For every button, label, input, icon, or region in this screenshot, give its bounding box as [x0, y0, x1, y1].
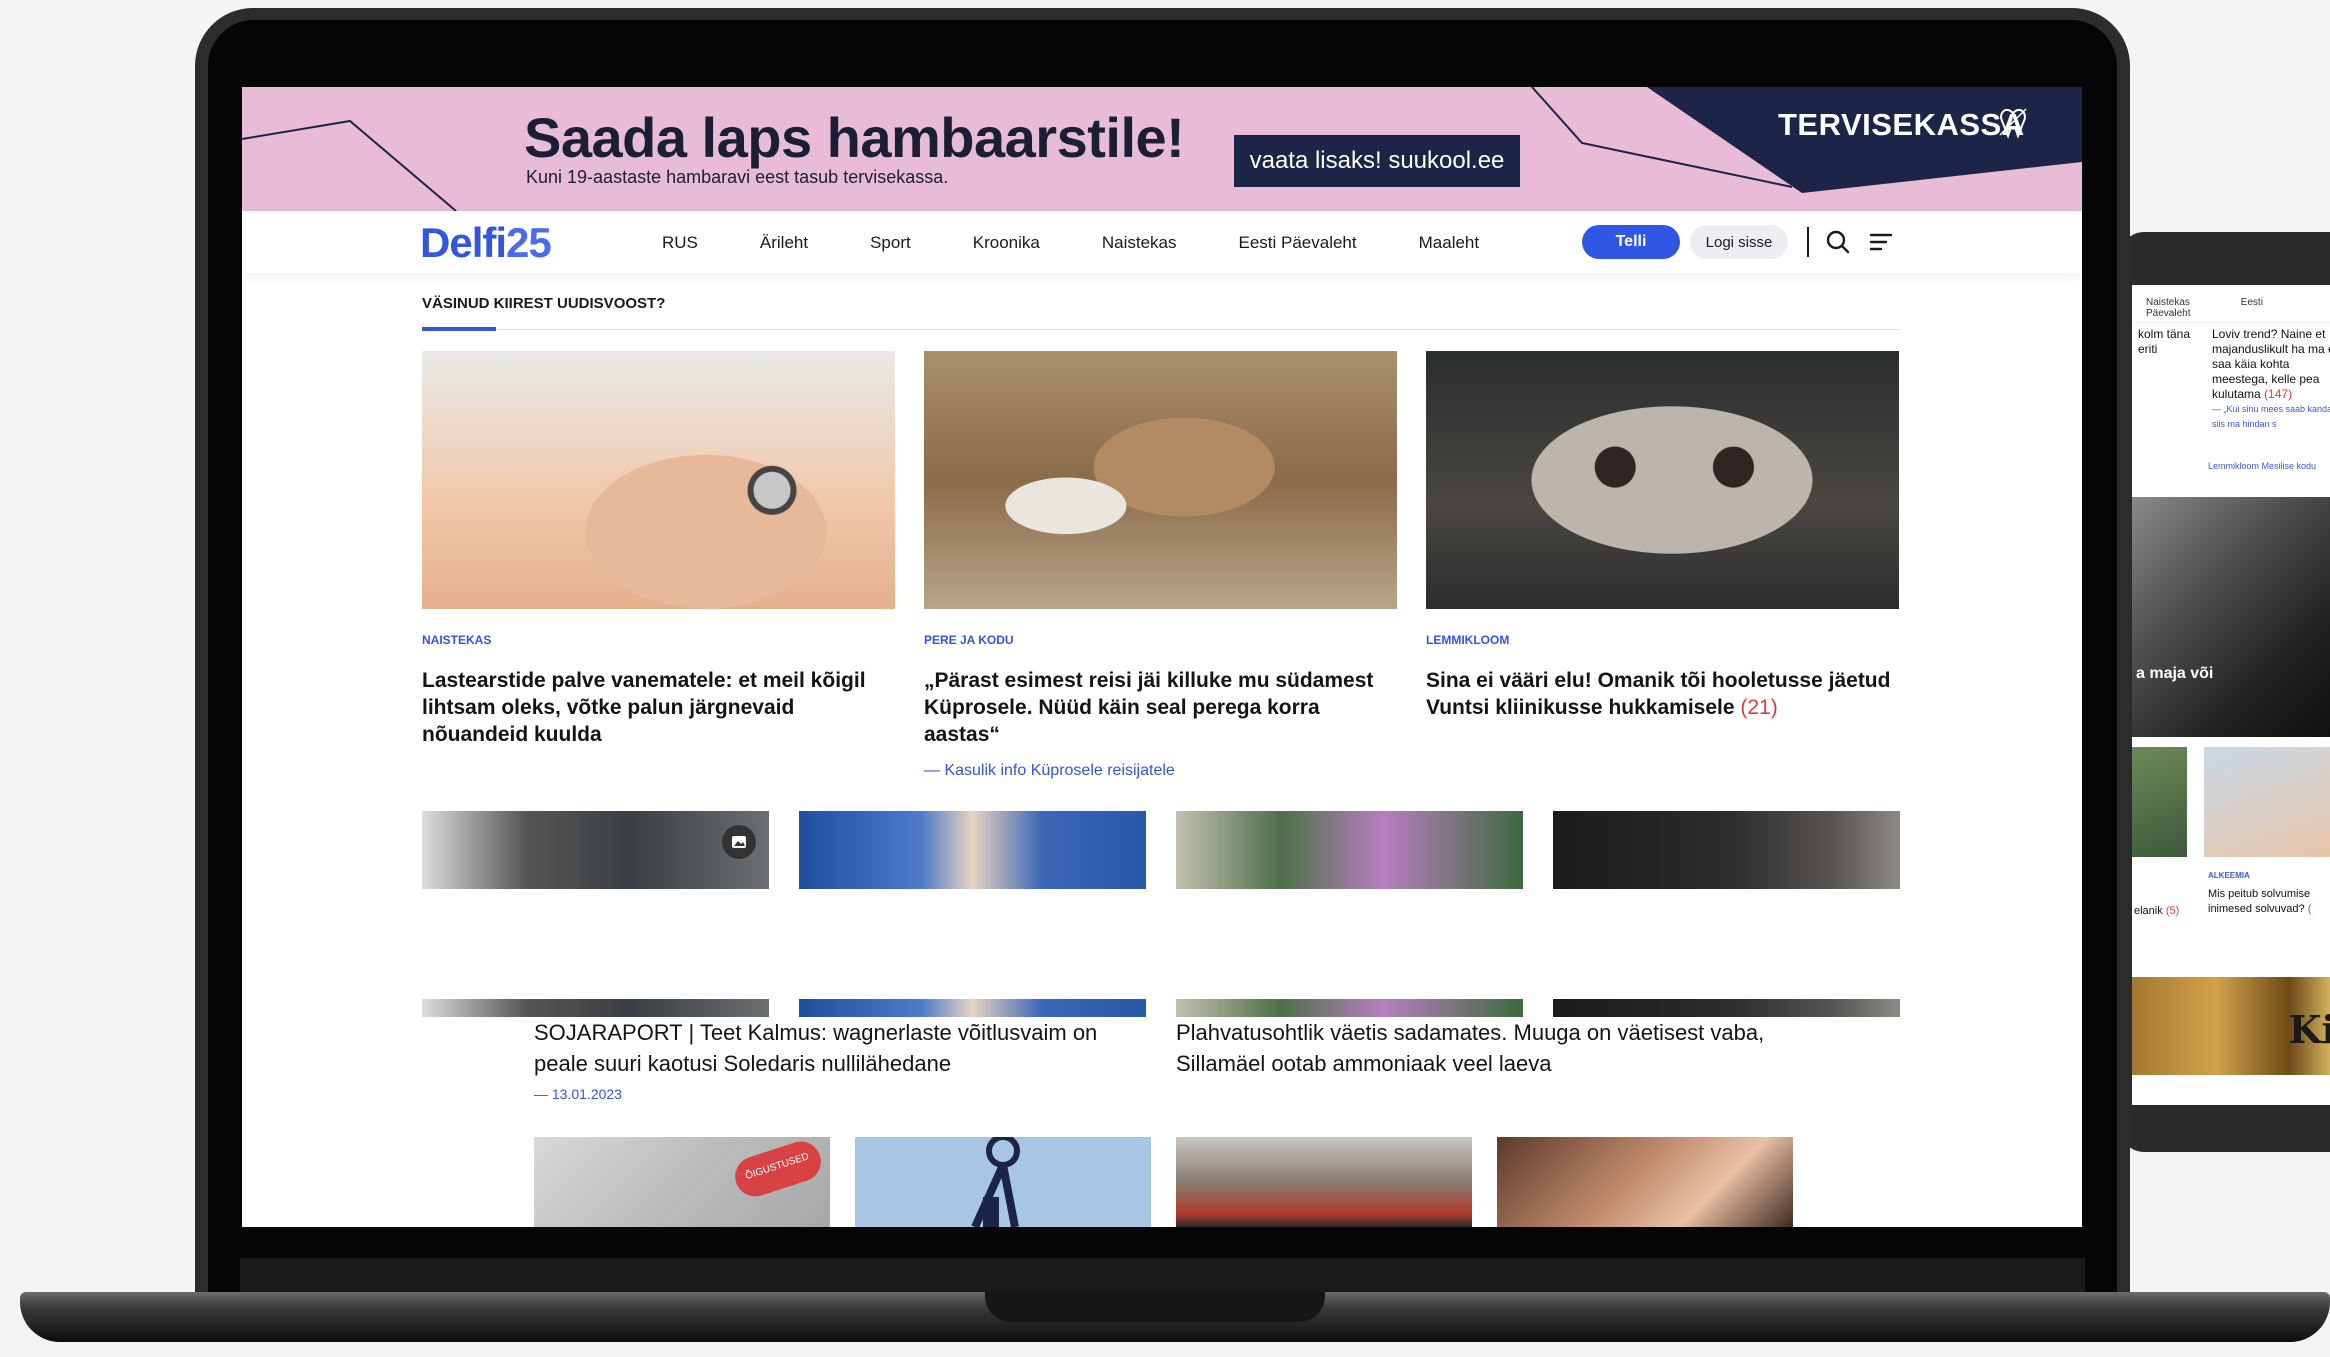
nav-item-naistekas[interactable]: Naistekas: [1102, 233, 1177, 253]
comment-count[interactable]: (21): [1740, 696, 1777, 719]
logo-anniversary: 25: [506, 219, 552, 266]
login-button[interactable]: Logi sisse: [1690, 225, 1788, 259]
menu-icon[interactable]: [1869, 231, 1893, 253]
article-thumbnail-strip[interactable]: [422, 999, 769, 1017]
banner-subtitle: Kuni 19-aastaste hambaravi eest tasub te…: [526, 167, 949, 187]
secondary-thumb[interactable]: [2132, 747, 2187, 857]
nav-item-rus[interactable]: RUS: [662, 233, 698, 253]
related-link[interactable]: — „Kui sinu mees saab kanda, siis ma hin…: [2212, 402, 2330, 432]
section-heading[interactable]: VÄSINUD KIIREST UUDISVOOST?: [422, 295, 665, 312]
ad-banner[interactable]: Saada laps hambaarstile! Kuni 19-aastast…: [242, 87, 2082, 211]
logo-text: Delfi: [420, 219, 507, 266]
article-title[interactable]: „Pärast esimest reisi jäi killuke mu süd…: [924, 667, 1397, 748]
nav-item-arileht[interactable]: Ärileht: [760, 233, 808, 253]
secondary-article-left[interactable]: kolm täna eriti: [2138, 327, 2208, 357]
section-divider: [422, 329, 1900, 330]
article-image[interactable]: [924, 351, 1397, 609]
article-title-text: Sina ei vääri elu! Omanik tõi hooletusse…: [1426, 669, 1891, 719]
article-thumbnail[interactable]: [799, 811, 1146, 889]
article-thumbnail-strip[interactable]: [799, 999, 1146, 1017]
image-icon: [732, 836, 746, 848]
article-tag-badge: ÕIGUSTUSED: [729, 1137, 827, 1202]
section-divider-accent: [422, 327, 496, 331]
top-navigation: Delfi25 RUS Ärileht Sport Kroonika Naist…: [242, 211, 2082, 273]
related-link-text: Kasulik info Küprosele reisijatele: [944, 762, 1175, 779]
article-category[interactable]: LEMMIKLOOM: [1426, 633, 1899, 647]
gallery-icon: [722, 825, 756, 859]
secondary-caption-text: Mis peitub solvumise inimesed solvuvad?: [2208, 888, 2311, 915]
article-image[interactable]: [422, 351, 895, 609]
secondary-tags[interactable]: Lemmikloom Mesilise kodu: [2208, 461, 2316, 471]
article-image[interactable]: [1426, 351, 1899, 609]
article-thumbnail[interactable]: [422, 811, 769, 889]
article-card[interactable]: NAISTEKAS Lastearstide palve vanematele:…: [422, 351, 895, 748]
article-thumbnail[interactable]: ÕIGUSTUSED: [534, 1137, 830, 1227]
headline-date: — 13.01.2023: [534, 1086, 622, 1102]
secondary-caption[interactable]: elanik (5): [2134, 905, 2179, 917]
article-thumbnail[interactable]: [855, 1137, 1151, 1227]
secondary-category[interactable]: ALKEEMIA: [2208, 871, 2250, 880]
headline-link[interactable]: SOJARAPORT | Teet Kalmus: wagnerlaste võ…: [534, 1017, 1154, 1079]
subscribe-button[interactable]: Telli: [1582, 225, 1680, 259]
laptop-notch: [985, 1292, 1325, 1322]
article-card[interactable]: LEMMIKLOOM Sina ei vääri elu! Omanik tõi…: [1426, 351, 1899, 721]
article-category[interactable]: NAISTEKAS: [422, 633, 895, 647]
banner-cta-button[interactable]: vaata lisaks! suukool.ee: [1234, 135, 1520, 187]
secondary-overlay-text: a maja või: [2136, 665, 2214, 682]
article-thumbnail[interactable]: [1176, 1137, 1472, 1227]
article-thumbnail[interactable]: [1176, 811, 1523, 889]
article-thumbnail[interactable]: [1497, 1137, 1793, 1227]
browser-viewport: Saada laps hambaarstile! Kuni 19-aastast…: [242, 87, 2082, 1227]
nav-item-sport[interactable]: Sport: [870, 233, 911, 253]
nav-divider: [1807, 227, 1809, 257]
secondary-caption[interactable]: Mis peitub solvumise inimesed solvuvad? …: [2208, 887, 2330, 917]
secondary-nav-item[interactable]: Naistekas: [2146, 297, 2190, 308]
comment-count: (147): [2264, 387, 2293, 401]
article-category[interactable]: PERE JA KODU: [924, 633, 1397, 647]
related-link[interactable]: — Kasulik info Küprosele reisijatele: [924, 762, 1397, 780]
nav-item-eesti-paevaleht[interactable]: Eesti Päevaleht: [1238, 233, 1356, 253]
article-thumbnail[interactable]: [1553, 811, 1900, 889]
site-logo[interactable]: Delfi25: [420, 219, 552, 267]
nav-menu: RUS Ärileht Sport Kroonika Naistekas Ees…: [662, 233, 1541, 253]
article-title[interactable]: Sina ei vääri elu! Omanik tõi hooletusse…: [1426, 667, 1899, 721]
article-thumbnail-strip[interactable]: [1553, 999, 1900, 1017]
comment-count: (5): [2165, 905, 2180, 917]
banner-title: Saada laps hambaarstile!: [524, 106, 1185, 169]
banner-brand: TERVISEKASSA: [1778, 107, 2025, 142]
secondary-nav: Naistekas Eesti Päevaleht: [2132, 285, 2330, 323]
secondary-caption-text: elanik: [2134, 905, 2163, 917]
headline-link[interactable]: Plahvatusohtlik väetis sadamates. Muuga …: [1176, 1017, 1816, 1079]
secondary-article-right[interactable]: Loviv trend? Naine et majanduslikult ha …: [2212, 327, 2330, 432]
movie-title: Ki: [2288, 1007, 2330, 1052]
comment-count: (: [2307, 903, 2312, 915]
article-card[interactable]: PERE JA KODU „Pärast esimest reisi jäi k…: [924, 351, 1397, 780]
nav-item-kroonika[interactable]: Kroonika: [973, 233, 1040, 253]
secondary-laptop-screen: Naistekas Eesti Päevaleht kolm täna erit…: [2132, 285, 2330, 1105]
search-icon[interactable]: [1825, 229, 1851, 255]
secondary-dark-image[interactable]: a maja või: [2132, 497, 2330, 737]
article-title[interactable]: Lastearstide palve vanematele: et meil k…: [422, 667, 895, 748]
keys-icon: [971, 1137, 1020, 1227]
tooth-icon: [1999, 108, 2027, 139]
article-thumbnail-strip[interactable]: [1176, 999, 1523, 1017]
secondary-thumb[interactable]: [2204, 747, 2330, 857]
nav-item-maaleht[interactable]: Maaleht: [1419, 233, 1479, 253]
secondary-movie-banner[interactable]: Ki: [2132, 977, 2330, 1075]
